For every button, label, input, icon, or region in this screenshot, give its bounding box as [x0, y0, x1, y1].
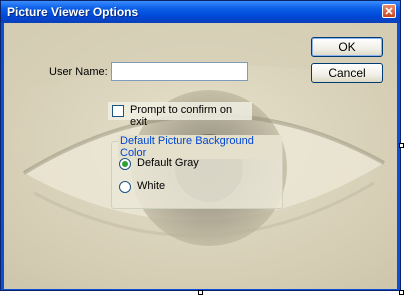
user-name-input[interactable] — [111, 62, 248, 81]
radio-default-gray-label[interactable]: Default Gray — [137, 157, 199, 169]
user-name-label: User Name: — [49, 66, 108, 78]
group-title: Default Picture Background Color — [118, 135, 282, 159]
radio-selected-dot — [122, 161, 128, 167]
resize-handle-corner[interactable] — [399, 290, 404, 295]
title-bar[interactable]: Picture Viewer Options — [1, 1, 400, 23]
prompt-checkbox-row[interactable]: Prompt to confirm on exit — [108, 102, 252, 128]
cancel-button[interactable]: Cancel — [311, 63, 383, 83]
resize-handle-right[interactable] — [399, 143, 404, 148]
prompt-checkbox[interactable] — [112, 105, 124, 117]
resize-handle-bottom[interactable] — [198, 290, 203, 295]
window-title: Picture Viewer Options — [7, 5, 139, 19]
radio-white-label[interactable]: White — [137, 180, 165, 192]
options-dialog: Picture Viewer Options User Name: OK Can… — [0, 0, 401, 291]
ok-button[interactable]: OK — [311, 37, 383, 57]
dialog-body: User Name: OK Cancel Prompt to confirm o… — [4, 23, 397, 289]
background-color-group: Default Picture Background Color Default… — [111, 135, 283, 209]
radio-white[interactable] — [119, 181, 131, 193]
close-button[interactable] — [382, 4, 396, 18]
radio-default-gray[interactable] — [119, 158, 131, 170]
prompt-checkbox-label[interactable]: Prompt to confirm on exit — [130, 104, 252, 128]
close-icon — [385, 7, 393, 15]
